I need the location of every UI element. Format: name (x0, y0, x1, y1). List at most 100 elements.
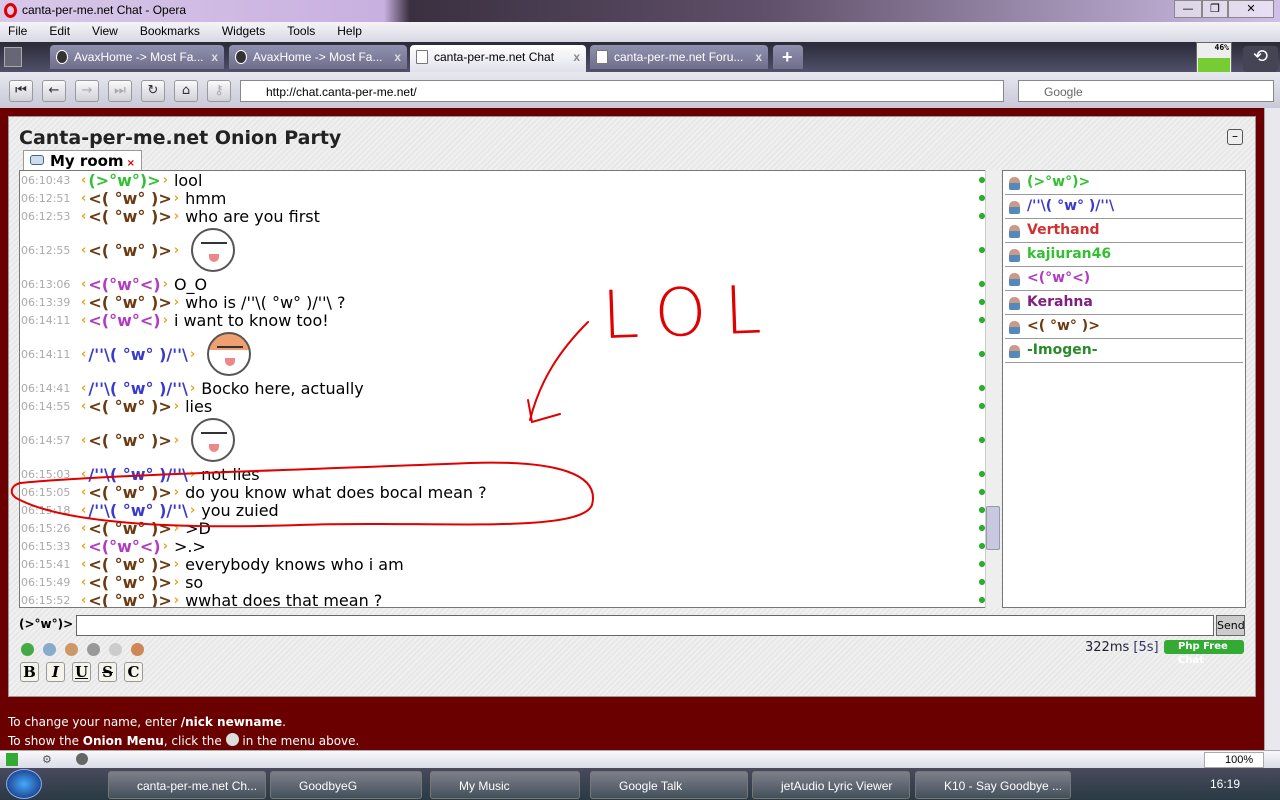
link-icon[interactable] (76, 753, 88, 765)
user-list-item[interactable]: kajiuran46 (1005, 243, 1243, 267)
search-input[interactable]: Google (1018, 80, 1274, 102)
message-nick[interactable]: (>°w°)> (88, 171, 160, 190)
nick-bracket-right: › (173, 190, 180, 206)
italic-button[interactable]: I (46, 662, 65, 682)
message-nick[interactable]: <( °w° )> (88, 519, 171, 538)
start-button[interactable] (6, 769, 42, 799)
menu-file[interactable]: File (8, 24, 27, 42)
send-button[interactable]: Send (1216, 615, 1245, 636)
menu-widgets[interactable]: Widgets (222, 24, 265, 42)
tab-close-button[interactable]: x (394, 50, 401, 64)
message-nick[interactable]: /''\( °w° )/''\ (88, 345, 188, 364)
nick-bracket-left: ‹ (81, 466, 87, 482)
chat-scrollbar-thumb[interactable] (986, 506, 1000, 550)
rewind-button[interactable]: ⏮ (9, 80, 33, 102)
tab-avaxhome-2[interactable]: AvaxHome -> Most Fa... x (229, 45, 407, 69)
message-nick[interactable]: <( °w° )> (88, 573, 171, 592)
taskbar-item-opera[interactable]: canta-per-me.net Ch... (108, 771, 266, 799)
message-nick[interactable]: <( °w° )> (88, 207, 171, 226)
strike-button[interactable]: S (98, 662, 117, 682)
sound-icon[interactable] (87, 643, 100, 656)
ping-status: 322ms [5s] (1085, 640, 1159, 655)
page-scrollbar[interactable] (1264, 108, 1280, 750)
menu-edit[interactable]: Edit (49, 24, 70, 42)
collapse-button[interactable]: – (1227, 129, 1243, 145)
forward-button[interactable]: → (75, 80, 99, 102)
chat-message: 06:13:06 ‹ <(°w°<) › O_O (20, 275, 985, 294)
message-nick[interactable]: <(°w°<) (88, 311, 160, 330)
message-nick[interactable]: <(°w°<) (88, 275, 160, 294)
chat-message: 06:15:26 ‹ <( °w° )> › >D (20, 519, 985, 538)
message-nick[interactable]: <( °w° )> (88, 397, 171, 416)
reload-button[interactable]: ↻ (141, 80, 165, 102)
menu-tools[interactable]: Tools (287, 24, 315, 42)
underline-button[interactable]: U (72, 662, 91, 682)
users-icon[interactable] (131, 643, 144, 656)
current-nick[interactable]: (>°w°)> (19, 617, 73, 631)
message-nick[interactable]: <( °w° )> (88, 431, 171, 450)
zoom-control[interactable]: 100% (1204, 752, 1264, 768)
menu-help[interactable]: Help (337, 24, 362, 42)
clock-icon[interactable] (65, 643, 78, 656)
address-input[interactable]: http://chat.canta-per-me.net/ (240, 80, 1004, 102)
back-button[interactable]: ← (42, 80, 66, 102)
fast-forward-button[interactable]: ⏭ (108, 80, 132, 102)
turbo-icon[interactable]: ⚙ (42, 753, 56, 766)
tab-close-button[interactable]: x (755, 50, 762, 64)
message-nick[interactable]: <( °w° )> (88, 293, 171, 312)
restore-button[interactable]: ❐ (1202, 0, 1228, 18)
home-button[interactable]: ⌂ (174, 80, 198, 102)
user-list-item[interactable]: <( °w° )> (1005, 315, 1243, 339)
tab-close-button[interactable]: x (211, 50, 218, 64)
nick-bracket-right: › (173, 556, 180, 572)
tab-forum[interactable]: canta-per-me.net Foru... x (590, 45, 768, 69)
chat-message: 06:12:51 ‹ <( °w° )> › hmm (20, 189, 985, 208)
smiley-icon[interactable] (109, 643, 122, 656)
user-list-item[interactable]: /''\( °w° )/''\ (1005, 195, 1243, 219)
closed-tabs-trash-icon[interactable]: ⟲ (1243, 46, 1278, 72)
panel-toggle-button[interactable] (4, 47, 22, 67)
user-list-item[interactable]: <(°w°<) (1005, 267, 1243, 291)
message-nick[interactable]: <( °w° )> (88, 483, 171, 502)
message-nick[interactable]: /''\( °w° )/''\ (88, 379, 188, 398)
taskbar-item-google-talk[interactable]: Google Talk (590, 771, 748, 799)
message-nick[interactable]: /''\( °w° )/''\ (88, 465, 188, 484)
close-room-icon[interactable]: × (127, 158, 135, 169)
new-tab-button[interactable]: + (773, 45, 803, 69)
colors-icon[interactable] (43, 643, 56, 656)
taskbar-item-k10[interactable]: K10 - Say Goodbye ... (915, 771, 1071, 799)
taskbar-item-jetaudio[interactable]: jetAudio Lyric Viewer (752, 771, 910, 799)
minimize-button[interactable]: — (1174, 0, 1202, 18)
taskbar-item-goodbyeg[interactable]: GoodbyeG (270, 771, 422, 799)
user-list-item[interactable]: Kerahna (1005, 291, 1243, 315)
user-list-item[interactable]: -Imogen- (1005, 339, 1243, 363)
taskbar-item-my-music[interactable]: My Music (430, 771, 580, 799)
message-nick[interactable]: <( °w° )> (88, 189, 171, 208)
user-list-item[interactable]: (>°w°)> (1005, 171, 1243, 195)
menu-view[interactable]: View (92, 24, 118, 42)
tab-avaxhome-1[interactable]: AvaxHome -> Most Fa... x (50, 45, 224, 69)
tab-chat[interactable]: canta-per-me.net Chat x (410, 45, 586, 72)
tab-close-button[interactable]: x (573, 50, 580, 64)
phpfreechat-logo[interactable]: Php Free Chat (1164, 640, 1244, 666)
opera-unite-icon[interactable] (6, 753, 18, 766)
close-window-button[interactable]: ✕ (1228, 0, 1274, 18)
user-list-item[interactable]: Verthand (1005, 219, 1243, 243)
message-nick[interactable]: <( °w° )> (88, 591, 171, 608)
message-input[interactable] (76, 615, 1214, 636)
nick-bracket-right: › (173, 574, 180, 590)
nick-bracket-right: › (162, 172, 168, 188)
wand-button[interactable]: ⚷ (207, 80, 231, 102)
color-button[interactable]: C (124, 662, 143, 682)
user-icon (1009, 345, 1020, 358)
window-titlebar: canta-per-me.net Chat - Opera (0, 0, 1280, 22)
message-nick[interactable]: <( °w° )> (88, 241, 171, 260)
tab-my-room[interactable]: My room × (23, 150, 142, 171)
menu-bookmarks[interactable]: Bookmarks (140, 24, 200, 42)
message-nick[interactable]: <(°w°<) (88, 537, 160, 556)
message-nick[interactable]: <( °w° )> (88, 555, 171, 574)
smiley-menu-icon[interactable] (21, 643, 34, 656)
bold-button[interactable]: B (20, 662, 39, 682)
message-nick[interactable]: /''\( °w° )/''\ (88, 501, 188, 520)
chat-message: 06:14:11 ‹ <(°w°<) › i want to know too! (20, 311, 985, 330)
